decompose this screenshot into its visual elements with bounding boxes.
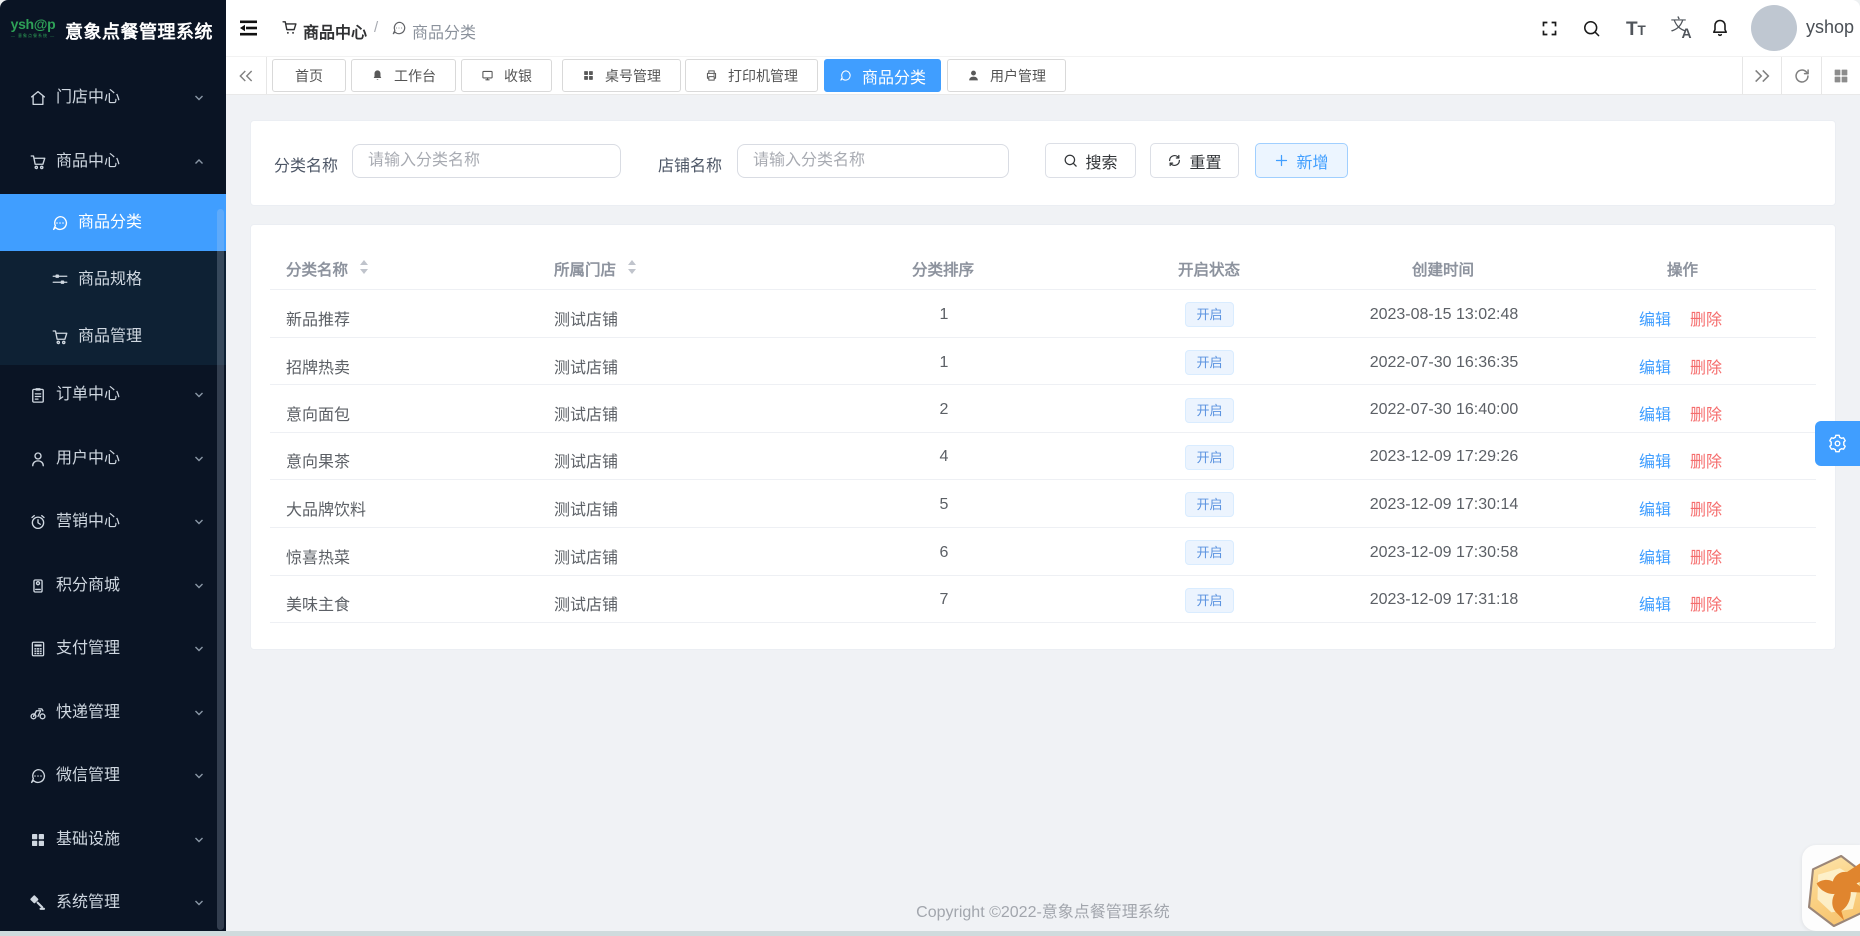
svg-text:T: T [1638, 23, 1647, 38]
svg-text:T: T [1626, 19, 1638, 39]
svg-text:A: A [1682, 25, 1692, 39]
